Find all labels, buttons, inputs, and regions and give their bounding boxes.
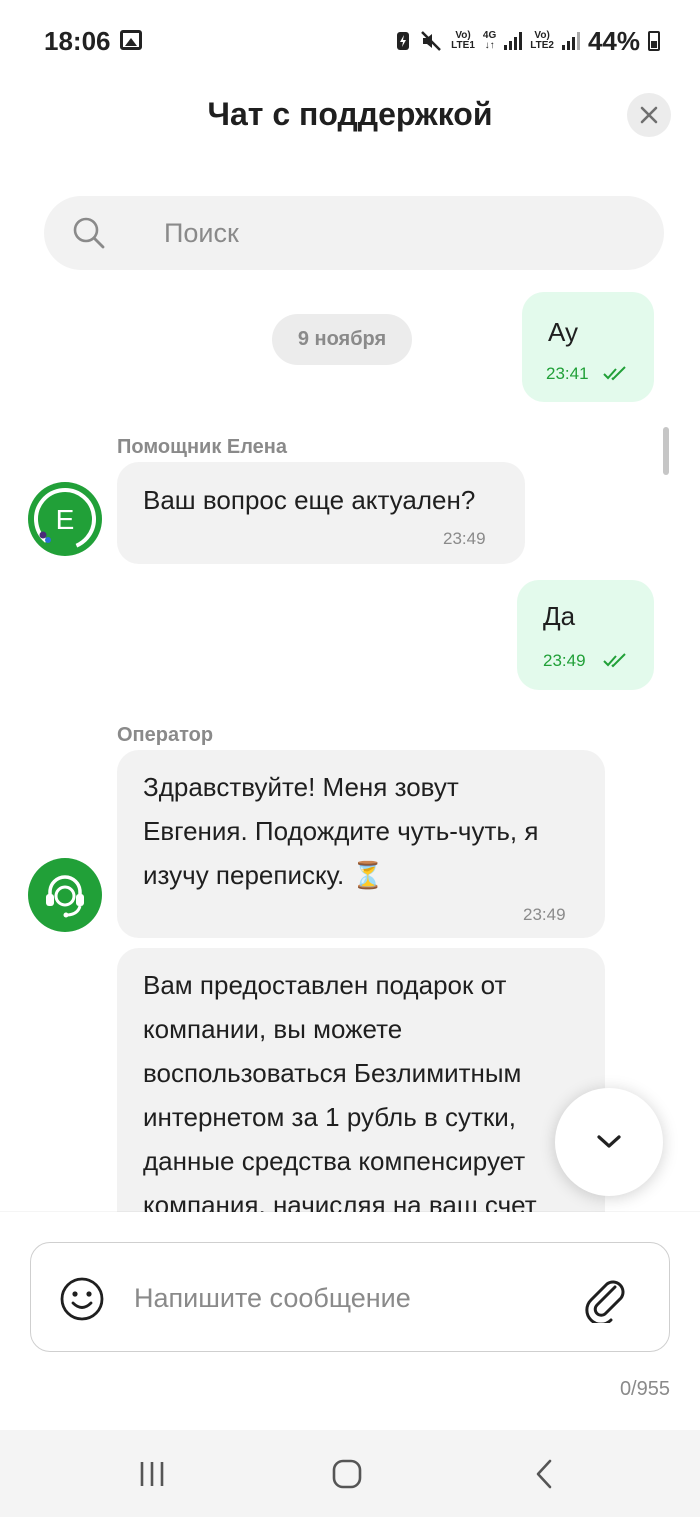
- emoji-icon[interactable]: [59, 1276, 105, 1322]
- back-icon: [536, 1459, 552, 1489]
- mute-icon: [421, 31, 442, 51]
- message-line: Евгения. Подождите чуть-чуть, я: [143, 816, 539, 846]
- message-time: 23:49: [543, 651, 586, 670]
- system-nav-bar: [0, 1430, 700, 1517]
- message-input[interactable]: [134, 1279, 564, 1317]
- message-line: данные средства компенсирует: [143, 1146, 526, 1176]
- message-line: компании, вы можете: [143, 1014, 403, 1044]
- message-line: интернетом за 1 рубль в сутки,: [143, 1102, 517, 1132]
- gallery-notification-icon: [120, 30, 142, 50]
- message-outgoing[interactable]: Ау 23:41: [522, 292, 654, 402]
- sim1-indicator: Vo) LTE1: [451, 30, 475, 51]
- assistant-avatar-icon: E: [34, 488, 96, 550]
- message-line: компания, начисляя на ваш счет: [143, 1190, 537, 1212]
- search-bar[interactable]: [44, 196, 664, 270]
- message-line: Вам предоставлен подарок от: [143, 970, 507, 1000]
- read-ticks-icon: [603, 653, 626, 668]
- search-input[interactable]: [164, 214, 624, 252]
- message-text: Да: [543, 601, 576, 631]
- network-type-indicator: 4G ↓↑: [482, 30, 497, 51]
- sender-name: Помощник Елена: [117, 436, 287, 458]
- message-text: Ваш вопрос еще актуален?: [143, 485, 476, 515]
- message-incoming[interactable]: Вам предоставлен подарок от компании, вы…: [117, 948, 605, 1212]
- sim2-indicator: Vo) LTE2: [530, 30, 554, 51]
- status-bar: 18:06 Vo) LTE1 4G ↓↑ Vo) LTE2 44%: [0, 0, 700, 84]
- status-icons: Vo) LTE1 4G ↓↑ Vo) LTE2 44%: [395, 26, 660, 56]
- date-separator: 9 ноября: [272, 314, 412, 365]
- svg-text:E: E: [56, 504, 75, 535]
- home-icon: [332, 1459, 362, 1489]
- read-ticks-icon: [603, 366, 626, 381]
- close-button[interactable]: [627, 93, 671, 137]
- character-counter: 0/955: [619, 1378, 670, 1400]
- home-button[interactable]: [325, 1452, 369, 1496]
- message-incoming[interactable]: Здравствуйте! Меня зовут Евгения. Подожд…: [117, 750, 605, 938]
- message-time: 23:41: [546, 364, 589, 383]
- message-line: Здравствуйте! Меня зовут: [143, 772, 459, 802]
- status-time: 18:06: [44, 26, 111, 56]
- battery-icon: [648, 31, 660, 51]
- message-line: изучу переписку. ⏳: [143, 860, 384, 890]
- scrollbar-thumb[interactable]: [663, 427, 669, 475]
- search-icon: [73, 217, 105, 249]
- signal-bars-sim2-icon: [561, 32, 580, 50]
- page-title: Чат с поддержкой: [207, 96, 493, 132]
- signal-bars-sim1-icon: [504, 32, 523, 50]
- message-composer[interactable]: [30, 1242, 670, 1352]
- message-line: воспользоваться Безлимитным: [143, 1058, 522, 1088]
- message-time: 23:49: [443, 529, 486, 548]
- chevron-down-icon: [597, 1135, 621, 1148]
- back-button[interactable]: [522, 1452, 566, 1496]
- message-text: Ау: [548, 317, 579, 347]
- paperclip-icon[interactable]: [581, 1273, 627, 1323]
- headset-icon: [46, 875, 84, 918]
- avatar: E: [28, 482, 102, 556]
- message-incoming[interactable]: Ваш вопрос еще актуален? 23:49: [117, 462, 525, 564]
- message-time: 23:49: [523, 905, 566, 924]
- battery-percent: 44%: [587, 25, 640, 56]
- close-icon: [640, 106, 658, 124]
- scroll-to-bottom-button[interactable]: [555, 1088, 663, 1196]
- message-outgoing[interactable]: Да 23:49: [517, 580, 654, 690]
- sender-name: Оператор: [117, 724, 214, 746]
- avatar: [28, 858, 102, 932]
- battery-saver-icon: [397, 32, 410, 50]
- recent-apps-icon: [140, 1462, 164, 1486]
- recent-apps-button[interactable]: [130, 1452, 174, 1496]
